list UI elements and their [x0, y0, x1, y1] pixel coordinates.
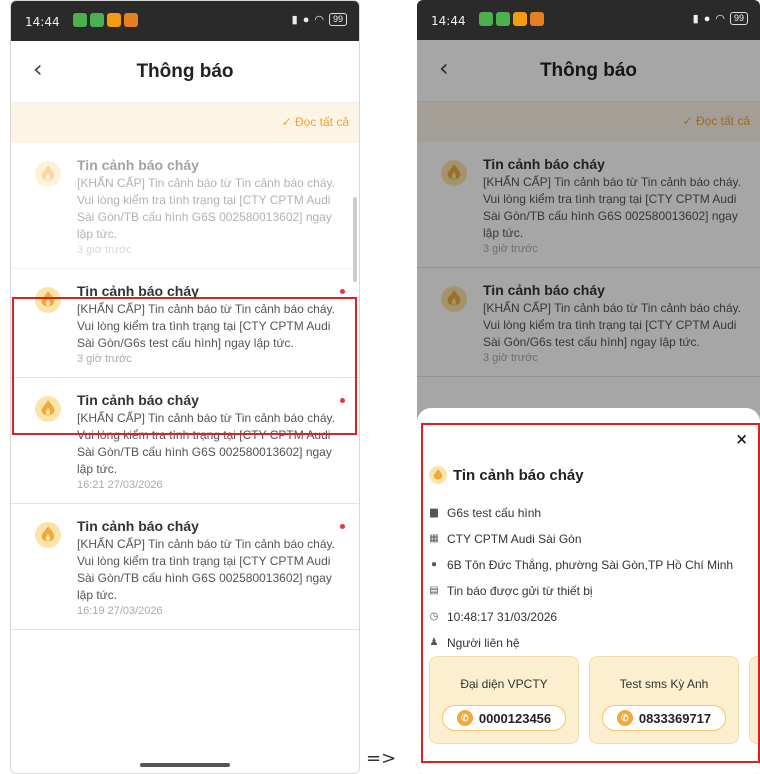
phone-screen-before: 14:44 ▮ ● ◠ 99 ‹ Thông báo ✓ Đọc tất cả … [10, 0, 360, 774]
contact-card-partial[interactable] [749, 656, 760, 744]
location-icon: ● [302, 13, 310, 26]
fire-icon [35, 287, 61, 313]
app-icon [496, 12, 510, 26]
app-icon [513, 12, 527, 26]
app-icon [73, 13, 87, 27]
unread-dot [340, 289, 345, 294]
person-icon: ♟ [429, 637, 439, 648]
battery-icon: 99 [328, 13, 347, 26]
read-all-bar: ✓ Đọc tất cả [11, 103, 359, 143]
clock-icon: ◷ [429, 611, 439, 622]
unread-dot [340, 398, 345, 403]
wifi-icon: ◠ [314, 14, 324, 26]
vibrate-icon: ▮ [692, 13, 699, 25]
contact-cards: Đại diện VPCTY ✆ 0000123456 Test sms Kỳ Anh… [429, 656, 760, 744]
notification-item[interactable]: Tin cảnh báo cháy [KHẨN CẤP] Tin cảnh báo… [11, 269, 359, 378]
contact-card: Đại diện VPCTY ✆ 0000123456 [429, 656, 579, 744]
app-icon [530, 12, 544, 26]
fire-icon [35, 396, 61, 422]
detail-rows: ▆ G6s test cấu hình ▦ CTY CPTM Audi Sài Gò… [429, 500, 760, 656]
wifi-icon: ◠ [715, 13, 725, 25]
notification-body: [KHẨN CẤP] Tin cảnh báo từ Tin cảnh báo … [77, 176, 335, 241]
call-button[interactable]: ✆ 0833369717 [602, 705, 726, 731]
unread-dot [340, 524, 345, 529]
status-indicators: ▮ ● ◠ 99 [292, 13, 347, 26]
notification-time: 16:21 27/03/2026 [77, 479, 163, 491]
status-app-icons [73, 13, 138, 27]
location-pin-icon: ● [430, 559, 438, 570]
fire-icon [35, 522, 61, 548]
contact-name: Test sms Kỳ Anh [619, 677, 709, 691]
detail-company: ▦ CTY CPTM Audi Sài Gòn [429, 526, 760, 552]
status-bar: 14:44 ▮ ● ◠ 99 [417, 0, 760, 40]
fire-icon [35, 161, 61, 187]
fire-icon [429, 466, 447, 484]
read-all-label: Đọc tất cả [294, 115, 349, 129]
app-icon [90, 13, 104, 27]
status-time: 14:44 [25, 15, 60, 29]
device-icon: ▆ [430, 507, 438, 518]
detail-contacts-text: Người liên hệ [447, 636, 520, 650]
contact-card: Test sms Kỳ Anh ✆ 0833369717 [589, 656, 739, 744]
status-indicators: ▮ ● ◠ 99 [693, 12, 748, 25]
header: ‹ Thông báo [11, 41, 359, 103]
location-icon: ● [703, 12, 711, 25]
detail-timestamp-text: 10:48:17 31/03/2026 [447, 610, 558, 624]
alert-detail-sheet: × Tin cảnh báo cháy ▆ G6s test cấu hình ▦… [417, 408, 760, 774]
notification-body: [KHẨN CẤP] Tin cảnh báo từ Tin cảnh báo … [77, 411, 335, 476]
notification-title: Tin cảnh báo cháy [77, 392, 199, 408]
app-icon [479, 12, 493, 26]
building-icon: ▦ [429, 533, 439, 544]
vibrate-icon: ▮ [291, 14, 298, 26]
home-indicator [140, 763, 230, 767]
message-icon: ▤ [429, 585, 439, 596]
read-all-button[interactable]: ✓ Đọc tất cả [282, 115, 349, 129]
detail-address: ● 6B Tôn Đức Thắng, phường Sài Gòn,TP Hồ … [429, 552, 760, 578]
notification-title: Tin cảnh báo cháy [77, 518, 199, 534]
close-button[interactable]: × [735, 430, 748, 448]
status-time: 14:44 [431, 14, 466, 28]
notification-time: 3 giờ trước [77, 353, 132, 365]
notification-time: 16:19 27/03/2026 [77, 605, 163, 617]
page-title: Thông báo [136, 61, 234, 82]
status-bar: 14:44 ▮ ● ◠ 99 [11, 1, 359, 41]
detail-title: Tin cảnh báo cháy [429, 466, 584, 484]
phone-icon: ✆ [616, 710, 633, 726]
battery-icon: 99 [729, 12, 748, 25]
notification-item[interactable]: Tin cảnh báo cháy [KHẨN CẤP] Tin cảnh báo… [11, 378, 359, 504]
notification-item[interactable]: Tin cảnh báo cháy [KHẨN CẤP] Tin cảnh báo… [11, 143, 359, 269]
notification-title: Tin cảnh báo cháy [77, 283, 199, 299]
contact-name: Đại diện VPCTY [460, 677, 548, 691]
app-icon [107, 13, 121, 27]
notification-time: 3 giờ trước [77, 244, 132, 256]
contact-phone-number: 0000123456 [478, 710, 552, 726]
transition-arrow: => [366, 748, 397, 769]
phone-icon: ✆ [456, 710, 473, 726]
notification-list: ✓ Đọc tất cả Tin cảnh báo cháy [KHẨN CẤP]… [11, 103, 359, 773]
notification-body: [KHẨN CẤP] Tin cảnh báo từ Tin cảnh báo … [77, 302, 335, 350]
scrollbar[interactable] [353, 197, 357, 282]
notification-items: Tin cảnh báo cháy [KHẨN CẤP] Tin cảnh báo… [11, 143, 359, 630]
detail-device-text: G6s test cấu hình [447, 506, 542, 520]
detail-timestamp: ◷ 10:48:17 31/03/2026 [429, 604, 760, 630]
detail-title-label: Tin cảnh báo cháy [453, 466, 584, 484]
status-app-icons [479, 12, 544, 26]
contact-phone-number: 0833369717 [638, 710, 712, 726]
detail-address-text: 6B Tôn Đức Thắng, phường Sài Gòn,TP Hồ C… [447, 558, 734, 572]
call-button[interactable]: ✆ 0000123456 [442, 705, 566, 731]
notification-item[interactable]: Tin cảnh báo cháy [KHẨN CẤP] Tin cảnh báo… [11, 504, 359, 630]
detail-device: ▆ G6s test cấu hình [429, 500, 760, 526]
detail-company-text: CTY CPTM Audi Sài Gòn [447, 532, 582, 546]
notification-title: Tin cảnh báo cháy [77, 157, 199, 173]
notification-body: [KHẨN CẤP] Tin cảnh báo từ Tin cảnh báo … [77, 537, 335, 602]
app-icon [124, 13, 138, 27]
detail-source: ▤ Tin báo được gửi từ thiết bị [429, 578, 760, 604]
phone-screen-after: 14:44 ▮ ● ◠ 99 ‹ Thông báo ✓ Đọc tất cả … [417, 0, 760, 774]
detail-source-text: Tin báo được gửi từ thiết bị [447, 584, 593, 598]
detail-contacts-label: ♟ Người liên hệ [429, 630, 760, 656]
